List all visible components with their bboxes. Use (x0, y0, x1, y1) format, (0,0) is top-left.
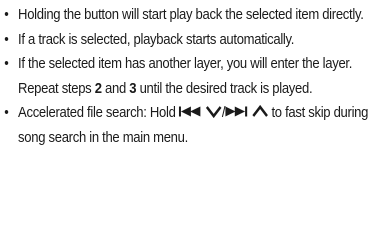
list-item: • If a track is selected, playback start… (0, 28, 371, 53)
skip-forward-icon (225, 105, 251, 118)
bullet-icon: • (4, 104, 9, 121)
instruction-list: • Holding the button will start play bac… (0, 3, 380, 150)
item-text: Holding the button will start play back … (18, 6, 364, 23)
list-item: • Holding the button will start play bac… (0, 3, 371, 28)
item-text: Accelerated file search: Hold (18, 104, 179, 121)
item-text: until the desired track is played. (136, 79, 313, 97)
bullet-icon: • (4, 30, 9, 48)
down-chevron-icon (205, 105, 222, 118)
list-item: • Accelerated file search: Hold / to fas… (0, 101, 371, 150)
item-text: If a track is selected, playback starts … (18, 30, 295, 48)
bullet-icon: • (4, 6, 9, 23)
list-item: • If the selected item has another layer… (0, 52, 371, 101)
skip-back-icon (178, 105, 205, 118)
bullet-icon: • (4, 55, 9, 72)
up-chevron-icon (252, 105, 268, 118)
item-text: and (101, 79, 130, 97)
